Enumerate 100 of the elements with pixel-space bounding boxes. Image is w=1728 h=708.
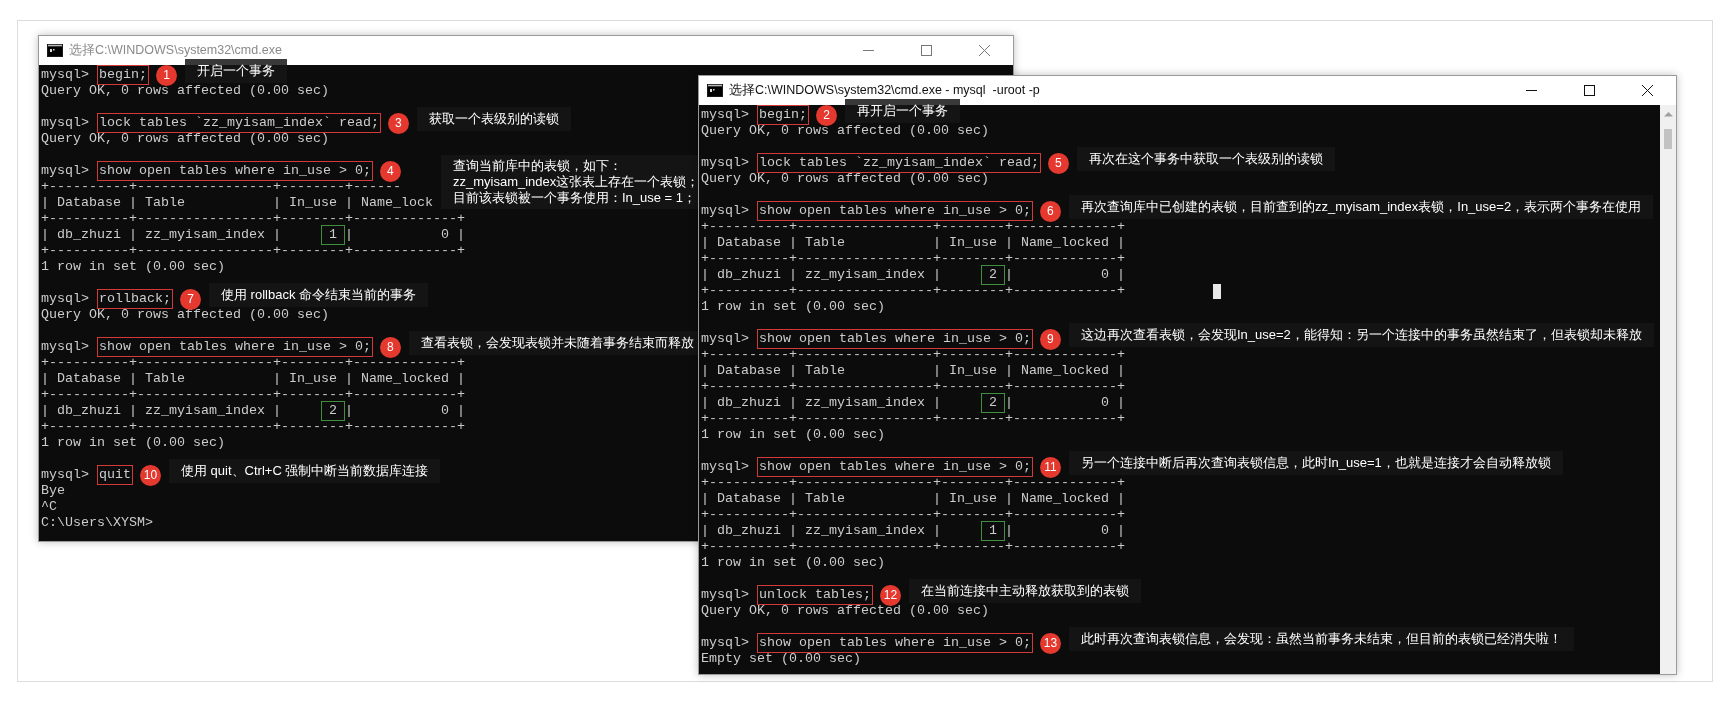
step-badge: 6 [1039,200,1061,222]
in-use-value: 1 [980,521,1005,541]
table-row: | db_zhuzi | zz_myisam_index | [41,403,281,419]
step-badge: 13 [1039,632,1061,654]
output-text: 1 row in set (0.00 sec) [41,435,225,451]
note-text: 再开启一个事务 [857,103,948,119]
close-icon [1641,85,1653,96]
output-text: 1 row in set (0.00 sec) [701,299,885,315]
note-text: 获取一个表级别的读锁 [428,111,559,127]
note-text: 这边再次查看表锁，会发现In_use=2，能得知：另一个连接中的事务虽然结束了，但表锁却未释放 [1080,327,1642,343]
command-text: lock tables `zz_myisam_index` read; [757,153,1041,173]
output-text: Query OK, 0 rows affected (0.00 sec) [41,307,329,323]
prompt-text: mysql> [41,67,89,83]
command-text: show open tables where in_use > 0; [757,201,1033,221]
output-text: Query OK, 0 rows affected (0.00 sec) [41,83,329,99]
output-text: +----------+-----------------+--------+-------------+ [701,539,1125,555]
note-text: 开启一个事务 [197,63,275,79]
prompt-text: mysql> [41,339,89,355]
step-badge: 10 [140,464,161,486]
note-text: 再次在这个事务中获取一个表级别的读锁 [1088,151,1323,167]
command-text: show open tables where in_use > 0; [97,337,373,357]
prompt-text: mysql> [701,635,749,651]
command-text: rollback; [97,289,173,309]
step-badge: 11 [1039,456,1061,478]
table-row: | 0 | [344,403,465,419]
output-text: Query OK, 0 rows affected (0.00 sec) [41,131,329,147]
output-text: +----------+-----------------+--------+-------------+ [701,283,1125,299]
output-text: +----------+-----------------+--------+-------------+ [701,379,1125,395]
output-text: Bye [41,483,65,499]
prompt-text: mysql> [41,163,89,179]
output-text: +----------+-----------------+--------+-------------+ [41,387,465,403]
command-text: begin; [757,105,809,125]
scrollbar-thumb[interactable] [1664,129,1672,149]
table-row: | 0 | [1004,267,1125,283]
note-text: 在当前连接中主动释放获取到的表锁 [921,583,1129,599]
prompt-text: mysql> [701,203,749,219]
step-badge: 8 [379,336,401,358]
output-text: +----------+-----------------+--------+-------------+ [41,355,465,371]
output-text: ^C [41,499,57,515]
prompt-text: mysql> [41,291,89,307]
note-text: 查询当前库中的表锁，如下： [452,158,623,174]
output-text: +----------+-----------------+--------+-------------+ [41,211,465,227]
output-text: +----------+-----------------+--------+-------------+ [701,475,1125,491]
output-text: 1 row in set (0.00 sec) [701,427,885,443]
close-icon [978,45,990,56]
note-text: 此时再次查询表锁信息，会发现：虽然当前事务未结束，但目前的表锁已经消失啦！ [1080,631,1562,647]
note-text: 目前该表锁被一个事务使用：In_use = 1； [452,190,698,206]
scroll-up-icon[interactable] [1663,111,1673,117]
window-title: 选择C:\WINDOWS\system32\cmd.exe [69,42,282,59]
table-row: | db_zhuzi | zz_myisam_index | [701,395,941,411]
output-text: +----------+-----------------+--------+-------------+ [701,347,1125,363]
output-text: 1 row in set (0.00 sec) [41,259,225,275]
note-text: zz_myisam_index这张表上存在一个表锁； [452,174,700,190]
prompt-text: mysql> [701,587,749,603]
in-use-value: 2 [320,401,345,421]
table-row: | db_zhuzi | zz_myisam_index | [701,523,941,539]
command-text: unlock tables; [757,585,873,605]
command-text: begin; [97,65,149,85]
in-use-value: 2 [980,393,1005,413]
output-text: Query OK, 0 rows affected (0.00 sec) [701,171,989,187]
note-text: 使用 rollback 命令结束当前的事务 [221,287,416,303]
table-row: | 0 | [1004,395,1125,411]
table-row: | db_zhuzi | zz_myisam_index | [41,227,281,243]
in-use-value: 2 [980,265,1005,285]
output-text: +----------+-----------------+--------+-------------+ [41,243,465,259]
output-text: C:\Users\XYSM> [41,515,153,531]
output-text: Query OK, 0 rows affected (0.00 sec) [701,603,989,619]
command-text: show open tables where in_use > 0; [757,457,1033,477]
maximize-icon [920,45,932,56]
command-text: quit [97,465,133,485]
table-row: | 0 | [344,227,465,243]
output-text: Empty set (0.00 sec) [701,651,861,667]
command-text: lock tables `zz_myisam_index` read; [97,113,381,133]
step-badge: 7 [180,288,201,310]
prompt-text: mysql> [701,331,749,347]
output-text: | Database | Table | In_use | Name_lock [41,195,433,211]
step-badge: 5 [1047,152,1069,174]
prompt-text: mysql> [701,459,749,475]
terminal-icon [707,84,723,97]
command-text: show open tables where in_use > 0; [757,633,1033,653]
output-text: +----------+-----------------+--------+-------------+ [701,411,1125,427]
prompt-text: mysql> [41,467,89,483]
note-text: 查看表锁，会发现表锁并未随着事务结束而释放 [420,335,694,351]
step-badge: 3 [387,112,409,134]
maximize-icon [1583,85,1595,96]
output-text: | Database | Table | In_use | Name_locked | [701,363,1125,379]
prompt-text: mysql> [701,107,749,123]
prompt-text: mysql> [41,115,89,131]
output-text: +----------+-----------------+--------+-------------+ [701,251,1125,267]
note-text: 另一个连接中断后再次查询表锁信息，此时In_use=1，也就是连接才会自动释放锁 [1080,455,1551,471]
note-text: 使用 quit、Ctrl+C 强制中断当前数据库连接 [181,463,429,479]
output-text: +----------+-----------------+--------+------ [41,179,401,195]
command-text: show open tables where in_use > 0; [97,161,373,181]
output-text: +----------+-----------------+--------+-------------+ [701,507,1125,523]
prompt-text: mysql> [701,155,749,171]
scrollbar[interactable] [1660,105,1676,674]
output-text: | Database | Table | In_use | Name_locked | [701,491,1125,507]
note-text: 再次查询库中已创建的表锁，目前查到的zz_myisam_index表锁，In_use=2，表示两个事务在使用 [1080,199,1642,215]
step-badge: 12 [880,584,901,606]
terminal-icon [47,44,63,57]
